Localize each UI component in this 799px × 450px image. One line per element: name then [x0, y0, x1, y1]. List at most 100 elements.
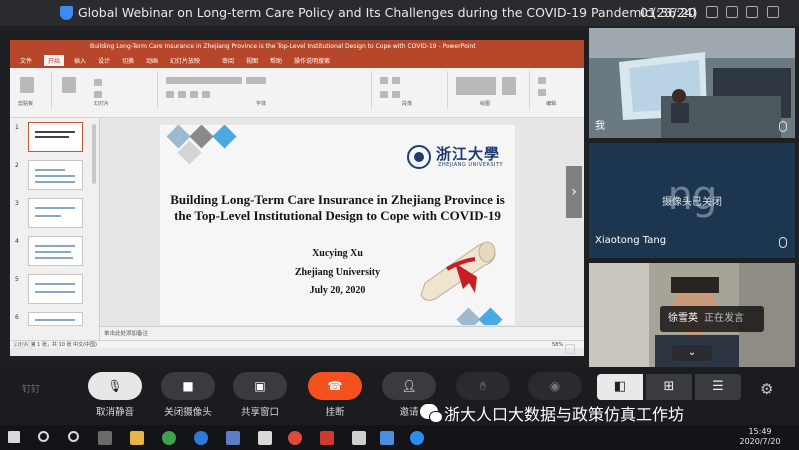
clock-time: 15:49 [748, 427, 772, 436]
close-icon[interactable] [767, 6, 779, 18]
taskbar-clock[interactable]: 15:49 2020/7/20 [725, 427, 795, 447]
reset-icon[interactable] [94, 91, 102, 98]
thumbnail-scrollbar[interactable] [92, 124, 96, 184]
fullscreen-icon[interactable] [565, 344, 575, 354]
ppt-tab[interactable]: 设计 [98, 56, 110, 65]
participant-tile-xiaotong-tang[interactable]: ng 摄像头已关闭 Xiaotong Tang [589, 143, 795, 258]
shadow-icon[interactable] [202, 91, 210, 98]
share-window-label: 共享窗口 [240, 407, 279, 418]
bold-icon[interactable] [166, 91, 174, 98]
ppt-tab[interactable]: 审阅 [222, 56, 234, 65]
ppt-tab[interactable]: 切换 [122, 56, 134, 65]
ppt-tab[interactable]: 插入 [74, 56, 86, 65]
record-button[interactable]: ◉ [528, 372, 582, 400]
slide-thumbnail[interactable] [28, 122, 83, 152]
dingding-logo: 钉钉 [22, 385, 41, 395]
arrange-icon[interactable] [502, 77, 516, 95]
ppt-ribbon: 剪贴板 幻灯片 字体 段落 绘图 编辑 [10, 68, 584, 118]
invite-button[interactable]: 👤︎ [382, 372, 436, 400]
edge-icon[interactable] [194, 431, 208, 445]
next-slide-arrow-icon[interactable]: › [566, 166, 582, 218]
store-icon[interactable] [226, 431, 240, 445]
file-explorer-icon[interactable] [130, 431, 144, 445]
slide-thumbnail[interactable] [28, 160, 83, 190]
replace-icon[interactable] [538, 89, 546, 96]
camera-off-status: 摄像头已关闭 [662, 197, 722, 208]
align-center-icon[interactable] [392, 91, 400, 98]
university-logo-icon [407, 145, 431, 169]
slide-title: Building Long-Term Care Insurance in Zhe… [170, 192, 505, 223]
font-size-box[interactable] [246, 77, 266, 84]
layout-icon[interactable] [94, 79, 102, 86]
ppt-tab[interactable]: 幻灯片放映 [170, 56, 200, 65]
minimize-icon[interactable] [726, 6, 738, 18]
italic-icon[interactable] [178, 91, 186, 98]
share-window-button[interactable]: ▣ [233, 372, 287, 400]
slide-thumbnail[interactable] [28, 274, 83, 304]
slide-thumbnail[interactable] [28, 236, 83, 266]
underline-icon[interactable] [190, 91, 198, 98]
chevron-down-icon[interactable]: ⌄ [672, 345, 712, 361]
ppt-status-bar: 幻灯片 第 1 张，共 10 张 中文(中国) 58% [10, 340, 584, 348]
current-slide[interactable]: 浙江大學 ZHEJIANG UNIVERSITY Building Long-T… [160, 125, 515, 325]
screen: Global Webinar on Long-term Care Policy … [0, 0, 799, 450]
font-name-box[interactable] [166, 77, 242, 84]
notes-pane[interactable]: 单击此处添加备注 [100, 326, 584, 340]
layout-grid-icon[interactable]: ⊞ [646, 374, 692, 400]
pin-icon[interactable] [706, 6, 718, 18]
ribbon-group-slides: 幻灯片 [54, 71, 158, 109]
cortana-icon[interactable] [68, 431, 79, 442]
ppt-tab[interactable]: 文件 [20, 56, 32, 65]
paste-icon[interactable] [20, 77, 34, 93]
participant-tile-self[interactable]: 我 [589, 28, 795, 138]
mic-icon [779, 121, 787, 132]
ribbon-group-paragraph: 段落 [374, 71, 448, 109]
align-left-icon[interactable] [380, 91, 388, 98]
shapes-gallery[interactable] [456, 77, 496, 95]
ppt-tab[interactable]: 视图 [246, 56, 258, 65]
speaker-name: 徐雪英 [668, 313, 698, 324]
windows-start-icon[interactable] [8, 431, 20, 443]
layout-speaker-icon[interactable]: ◧ [597, 374, 643, 400]
task-view-icon[interactable] [98, 431, 112, 445]
zoom-level[interactable]: 58% [552, 341, 563, 349]
dingtalk-taskbar-icon[interactable] [410, 431, 424, 445]
slide-thumbnail[interactable] [28, 312, 83, 326]
layout-list-icon[interactable]: ☰ [695, 374, 741, 400]
wechat-taskbar-icon[interactable] [162, 431, 176, 445]
mic-off-icon: 🎙︎ [107, 379, 123, 393]
ppt-tell-me[interactable]: 操作说明搜索 [294, 56, 330, 65]
self-video-feed [589, 28, 795, 138]
hangup-label: 挂断 [325, 407, 345, 418]
feishu-icon[interactable] [380, 431, 394, 445]
university-name-en: ZHEJIANG UNIVERSITY [438, 162, 504, 168]
camera-button[interactable]: ■ [161, 372, 215, 400]
ppt-tab[interactable]: 动画 [146, 56, 158, 65]
numbering-icon[interactable] [392, 77, 400, 84]
share-screen-icon: ▣ [254, 379, 266, 393]
hangup-button[interactable]: ☎ [308, 372, 362, 400]
ppt-tab[interactable]: 开始 [44, 55, 65, 66]
chrome-icon[interactable] [288, 431, 302, 445]
participant-name: Xiaotong Tang [595, 235, 667, 246]
media-icon[interactable] [352, 431, 366, 445]
layout-switcher: ◧ ⊞ ☰ [597, 374, 741, 400]
hand-raise-button[interactable]: ✋︎ [456, 372, 510, 400]
bullets-icon[interactable] [380, 77, 388, 84]
slide-thumbnail[interactable] [28, 198, 83, 228]
unmute-button[interactable]: 🎙︎ [88, 372, 142, 400]
mic-icon [779, 237, 787, 248]
invite-icon: 👤︎ [401, 379, 417, 393]
ppt-tab[interactable]: 帮助 [270, 56, 282, 65]
shared-screen[interactable]: Building Long-Term Care Insurance in Zhe… [10, 40, 584, 356]
find-icon[interactable] [538, 77, 546, 84]
mail-icon[interactable] [258, 431, 272, 445]
university-name-cn: 浙江大學 [436, 145, 501, 163]
participant-tile-speaker[interactable]: 徐雪英 正在发言 ⌄ [589, 263, 795, 367]
search-icon[interactable] [38, 431, 49, 442]
restore-icon[interactable] [746, 6, 758, 18]
new-slide-icon[interactable] [62, 77, 76, 93]
pdf-icon[interactable] [320, 431, 334, 445]
slide-thumbnail-pane[interactable]: 1 2 3 4 5 6 [10, 118, 100, 348]
gear-icon[interactable]: ⚙ [760, 380, 773, 398]
